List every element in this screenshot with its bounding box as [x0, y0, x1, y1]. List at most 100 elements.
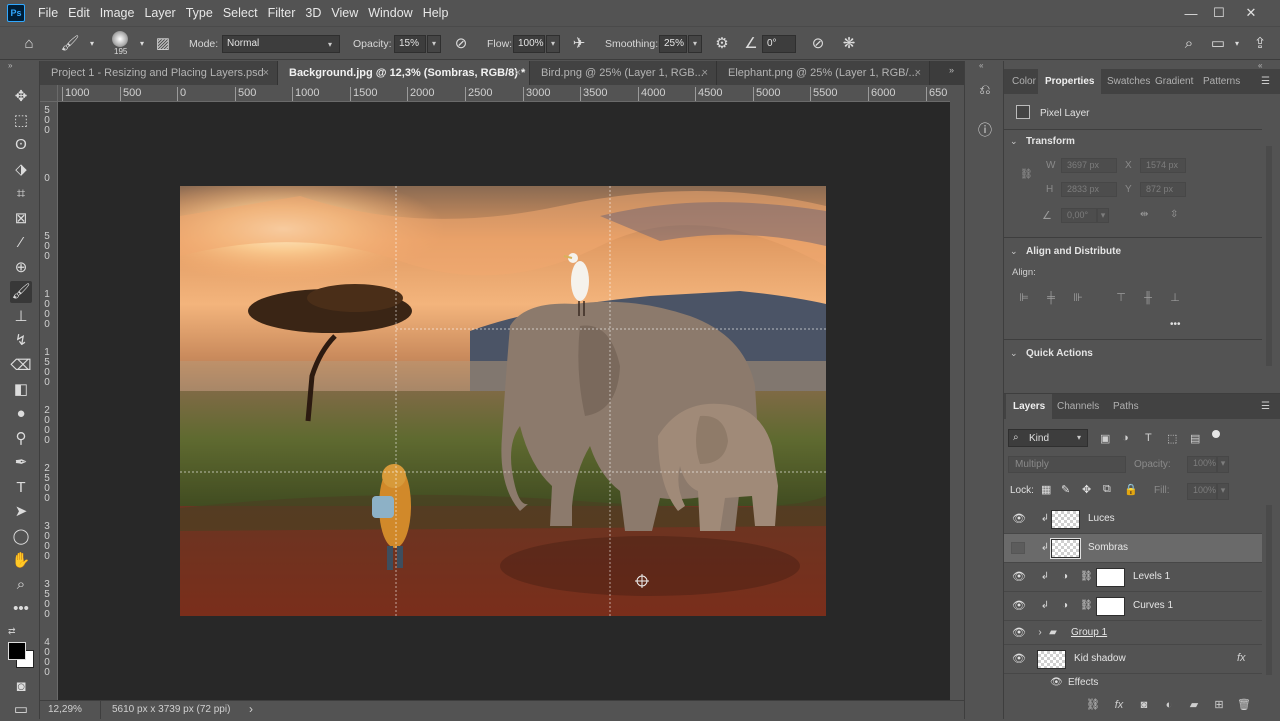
- opacity-dropdown[interactable]: ▾: [427, 35, 441, 53]
- x-field[interactable]: 1574 px: [1140, 158, 1186, 173]
- smart-object-filter-icon[interactable]: ▤: [1190, 432, 1200, 445]
- layer-opacity-field[interactable]: 100%: [1187, 456, 1217, 473]
- layer-name[interactable]: Sombras: [1088, 542, 1128, 553]
- add-mask-icon[interactable]: ◙: [1137, 698, 1151, 712]
- lock-all-icon[interactable]: 🔒: [1124, 483, 1138, 496]
- gear-icon[interactable]: ⚙: [712, 34, 732, 54]
- eye-icon[interactable]: 👁: [1012, 513, 1026, 525]
- close-window-button[interactable]: ✕: [1236, 0, 1266, 26]
- panel-menu-icon[interactable]: ☰: [1261, 401, 1270, 412]
- smoothing-dropdown[interactable]: ▾: [688, 35, 702, 53]
- clone-stamp-tool-icon[interactable]: ⊥: [10, 306, 32, 328]
- pressure-opacity-icon[interactable]: ⊘: [451, 34, 471, 54]
- lock-position-icon[interactable]: ✥: [1082, 483, 1091, 496]
- layer-name[interactable]: Group 1: [1071, 627, 1107, 638]
- layers-scrollbar[interactable]: [1266, 505, 1272, 675]
- chevron-down-icon[interactable]: ▾: [132, 34, 152, 54]
- chevron-down-icon[interactable]: ▾: [1227, 34, 1247, 54]
- pressure-size-icon[interactable]: ⊘: [808, 34, 828, 54]
- tab-channels[interactable]: Channels: [1057, 394, 1099, 419]
- blend-mode-select[interactable]: Multiply: [1008, 456, 1126, 473]
- transform-heading[interactable]: Transform: [1026, 136, 1075, 147]
- menu-image[interactable]: Image: [95, 6, 140, 20]
- maximize-button[interactable]: ☐: [1204, 0, 1234, 26]
- ellipse-tool-icon[interactable]: ◯: [10, 526, 32, 548]
- lock-pixels-icon[interactable]: ✎: [1061, 483, 1070, 496]
- menu-select[interactable]: Select: [218, 6, 263, 20]
- hand-tool-icon[interactable]: ✋: [10, 550, 32, 572]
- fill-field[interactable]: 100%: [1187, 483, 1217, 500]
- layer-row-luces[interactable]: 👁 ↲ Luces: [1004, 505, 1262, 534]
- horizontal-ruler[interactable]: 1000 500 0 500 1000 1500 2000 2500 3000 …: [58, 85, 950, 102]
- chain-link-icon[interactable]: ⛓: [1080, 571, 1093, 583]
- align-left-icon[interactable]: ⊫: [1017, 291, 1031, 305]
- menu-edit[interactable]: Edit: [63, 6, 95, 20]
- document-image[interactable]: [180, 186, 826, 616]
- eye-icon[interactable]: 👁: [1050, 677, 1063, 688]
- shape-filter-icon[interactable]: ⬚: [1167, 432, 1177, 445]
- close-icon[interactable]: ×: [515, 61, 521, 85]
- path-selection-tool-icon[interactable]: ➤: [10, 501, 32, 523]
- frame-tool-icon[interactable]: ⊠: [10, 208, 32, 230]
- type-filter-icon[interactable]: T: [1145, 432, 1152, 444]
- brush-tool-icon[interactable]: 🖌: [10, 281, 32, 303]
- fill-dropdown[interactable]: ▾: [1217, 483, 1229, 500]
- properties-scrollbar[interactable]: [1266, 146, 1272, 366]
- home-icon[interactable]: ⌂: [19, 34, 39, 54]
- layer-mask-thumbnail[interactable]: [1096, 568, 1125, 587]
- rotation-field[interactable]: 0,00°: [1061, 208, 1097, 223]
- tab-color[interactable]: Color: [1012, 69, 1036, 94]
- marquee-tool-icon[interactable]: ⬚: [10, 110, 32, 132]
- new-adjustment-icon[interactable]: ◐: [1162, 698, 1176, 712]
- swap-colors-icon[interactable]: ⇄: [8, 626, 16, 637]
- layer-row-levels[interactable]: 👁 ↲ ◑ ⛓ Levels 1: [1004, 563, 1262, 592]
- menu-layer[interactable]: Layer: [139, 6, 180, 20]
- quick-actions-heading[interactable]: Quick Actions: [1026, 348, 1093, 359]
- eye-icon[interactable]: 👁: [1012, 571, 1026, 583]
- share-icon[interactable]: ⇪: [1250, 34, 1270, 54]
- status-menu-arrow-icon[interactable]: ›: [249, 702, 253, 716]
- history-brush-tool-icon[interactable]: ↯: [10, 330, 32, 352]
- panel-menu-icon[interactable]: ☰: [1261, 76, 1270, 87]
- collapse-icon[interactable]: «: [979, 61, 983, 70]
- tab-elephant[interactable]: Elephant.png @ 25% (Layer 1, RGB/... ×: [717, 61, 930, 85]
- tab-properties[interactable]: Properties: [1038, 69, 1102, 94]
- lasso-tool-icon[interactable]: ʘ: [10, 134, 32, 156]
- flip-horizontal-icon[interactable]: ⇹: [1140, 209, 1148, 220]
- quick-mask-icon[interactable]: ◙: [10, 676, 32, 698]
- search-icon[interactable]: ⌕: [1179, 34, 1199, 54]
- smoothing-field[interactable]: 25%: [659, 35, 687, 53]
- healing-brush-tool-icon[interactable]: ⊕: [10, 257, 32, 279]
- chevron-down-icon[interactable]: ⌄: [1010, 348, 1018, 359]
- link-layers-icon[interactable]: ⛓: [1086, 698, 1100, 712]
- angle-field[interactable]: 0°: [762, 35, 796, 53]
- tab-gradient[interactable]: Gradient: [1155, 69, 1193, 94]
- foreground-color-swatch[interactable]: [8, 642, 26, 660]
- pen-tool-icon[interactable]: ✒: [10, 452, 32, 474]
- brush-tool-preset-icon[interactable]: 🖌: [60, 34, 80, 54]
- move-tool-icon[interactable]: ✥: [10, 86, 32, 108]
- screen-mode-icon[interactable]: ▭: [10, 699, 32, 721]
- workspace-icon[interactable]: ▭: [1208, 34, 1228, 54]
- layer-name[interactable]: Luces: [1088, 513, 1115, 524]
- layer-row-sombras[interactable]: ↲ Sombras: [1004, 534, 1262, 563]
- filter-kind-select[interactable]: ⌕ Kind ▾: [1008, 429, 1088, 447]
- visibility-toggle[interactable]: [1011, 542, 1025, 554]
- tab-background[interactable]: Background.jpg @ 12,3% (Sombras, RGB/8) …: [278, 61, 530, 85]
- align-horizontal-center-icon[interactable]: ╪: [1044, 291, 1058, 305]
- pixel-filter-icon[interactable]: ▣: [1100, 432, 1110, 445]
- opacity-dropdown[interactable]: ▾: [1217, 456, 1229, 473]
- brush-settings-icon[interactable]: ▨: [153, 34, 173, 54]
- flip-vertical-icon[interactable]: ⇳: [1170, 209, 1178, 220]
- menu-filter[interactable]: Filter: [263, 6, 301, 20]
- gradient-tool-icon[interactable]: ◧: [10, 379, 32, 401]
- link-icon[interactable]: ⛓: [1020, 169, 1033, 180]
- tab-patterns[interactable]: Patterns: [1203, 69, 1240, 94]
- eye-icon[interactable]: 👁: [1012, 600, 1026, 612]
- eraser-tool-icon[interactable]: ⌫: [10, 355, 32, 377]
- eye-icon[interactable]: 👁: [1012, 627, 1026, 639]
- flow-dropdown[interactable]: ▾: [546, 35, 560, 53]
- info-icon[interactable]: ⓘ: [975, 120, 995, 140]
- history-panel-icon[interactable]: ⎌: [975, 81, 995, 101]
- new-group-icon[interactable]: ▰: [1187, 698, 1201, 712]
